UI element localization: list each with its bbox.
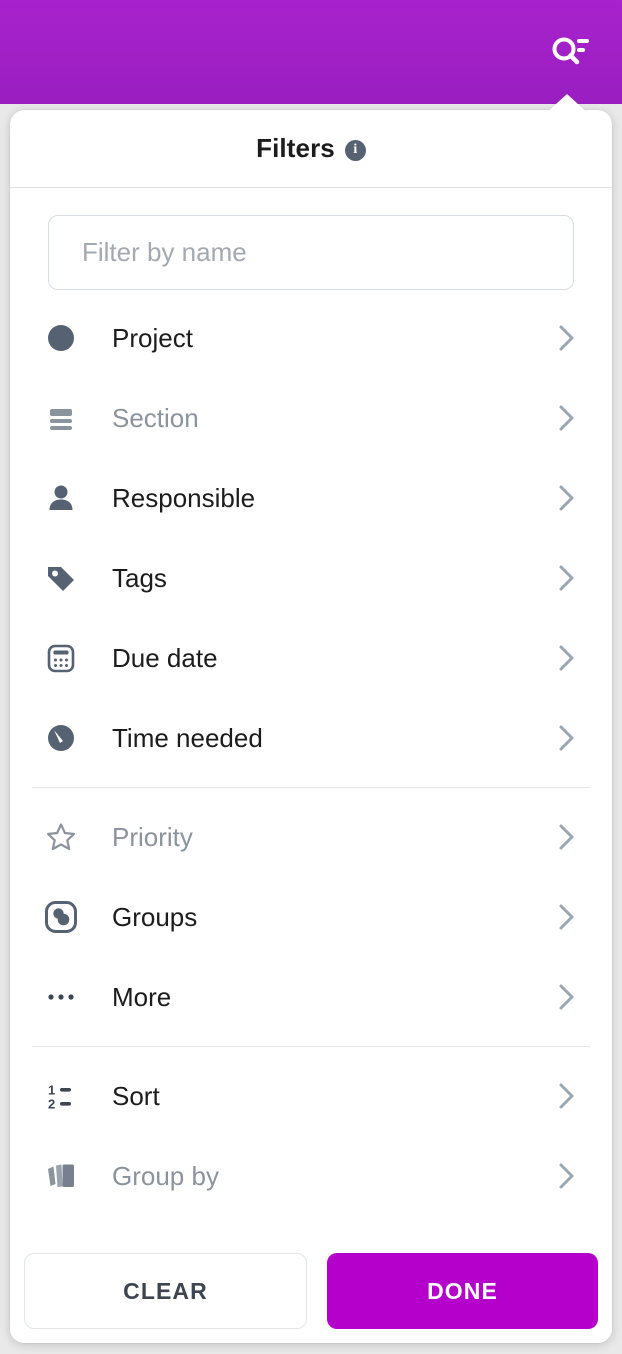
info-icon[interactable]: i bbox=[344, 139, 366, 161]
filter-row-responsible[interactable]: Responsible bbox=[10, 458, 612, 538]
filter-label: Time needed bbox=[112, 722, 263, 753]
filter-row-more[interactable]: More bbox=[10, 957, 612, 1037]
gauge-clock-icon bbox=[38, 715, 84, 761]
search-field-container bbox=[10, 188, 612, 298]
search-input[interactable] bbox=[48, 215, 574, 290]
chevron-right-icon bbox=[552, 982, 582, 1012]
filter-label: Groups bbox=[112, 901, 198, 932]
svg-text:1: 1 bbox=[48, 1083, 55, 1098]
filter-label: Section bbox=[112, 402, 199, 433]
svg-text:2: 2 bbox=[48, 1097, 55, 1112]
chevron-right-icon bbox=[552, 403, 582, 433]
chevron-right-icon bbox=[552, 902, 582, 932]
filter-group-1: Project Section Responsible Tags Due dat… bbox=[10, 298, 612, 778]
filter-label: Sort bbox=[112, 1080, 160, 1111]
filter-label: More bbox=[112, 981, 172, 1012]
star-outline-icon bbox=[38, 814, 84, 860]
search-filter-icon bbox=[550, 34, 590, 70]
sort-numeric-icon: 1 2 bbox=[38, 1073, 84, 1119]
popup-pointer-caret bbox=[545, 94, 589, 114]
search-filter-button[interactable] bbox=[544, 26, 596, 78]
popup-header: Filters i bbox=[10, 110, 612, 188]
chevron-right-icon bbox=[552, 563, 582, 593]
calendar-icon bbox=[38, 635, 84, 681]
section-lines-icon bbox=[38, 395, 84, 441]
ellipsis-icon bbox=[38, 974, 84, 1020]
popup-footer: CLEAR DONE bbox=[10, 1239, 612, 1343]
filter-row-sort[interactable]: 1 2 Sort bbox=[10, 1056, 612, 1136]
person-icon bbox=[38, 475, 84, 521]
filter-label: Group by bbox=[112, 1160, 219, 1191]
filters-popup: Filters i Project bbox=[10, 110, 612, 1343]
filter-row-group-by[interactable]: Group by bbox=[10, 1136, 612, 1216]
chevron-right-icon bbox=[552, 822, 582, 852]
filter-row-priority[interactable]: Priority bbox=[10, 797, 612, 877]
filter-group-3: 1 2 Sort Group by bbox=[10, 1056, 612, 1216]
filter-label: Priority bbox=[112, 821, 193, 852]
filter-label: Project bbox=[112, 322, 193, 353]
filter-row-time-needed[interactable]: Time needed bbox=[10, 698, 612, 778]
app-root: Filters i Project bbox=[0, 0, 622, 1354]
filter-row-groups[interactable]: Groups bbox=[10, 877, 612, 957]
stacked-cards-icon bbox=[38, 1153, 84, 1199]
filter-label: Responsible bbox=[112, 482, 256, 513]
filter-row-project[interactable]: Project bbox=[10, 298, 612, 378]
group-divider-2 bbox=[32, 1046, 590, 1047]
chevron-right-icon bbox=[552, 483, 582, 513]
filter-group-2: Priority Groups More bbox=[10, 797, 612, 1037]
circle-icon bbox=[38, 315, 84, 361]
groups-icon bbox=[38, 894, 84, 940]
chevron-right-icon bbox=[552, 1081, 582, 1111]
filter-label: Due date bbox=[112, 642, 218, 673]
filter-list: Project Section Responsible Tags Due dat… bbox=[10, 298, 612, 1216]
chevron-right-icon bbox=[552, 1161, 582, 1191]
chevron-right-icon bbox=[552, 723, 582, 753]
clear-button[interactable]: CLEAR bbox=[24, 1253, 307, 1329]
tag-icon bbox=[38, 555, 84, 601]
chevron-right-icon bbox=[552, 323, 582, 353]
filter-row-tags[interactable]: Tags bbox=[10, 538, 612, 618]
app-bar bbox=[0, 0, 622, 104]
filter-row-due-date[interactable]: Due date bbox=[10, 618, 612, 698]
filter-label: Tags bbox=[112, 562, 167, 593]
chevron-right-icon bbox=[552, 643, 582, 673]
page-title: Filters bbox=[256, 133, 335, 163]
filter-row-section[interactable]: Section bbox=[10, 378, 612, 458]
done-button[interactable]: DONE bbox=[327, 1253, 598, 1329]
group-divider-1 bbox=[32, 787, 590, 788]
